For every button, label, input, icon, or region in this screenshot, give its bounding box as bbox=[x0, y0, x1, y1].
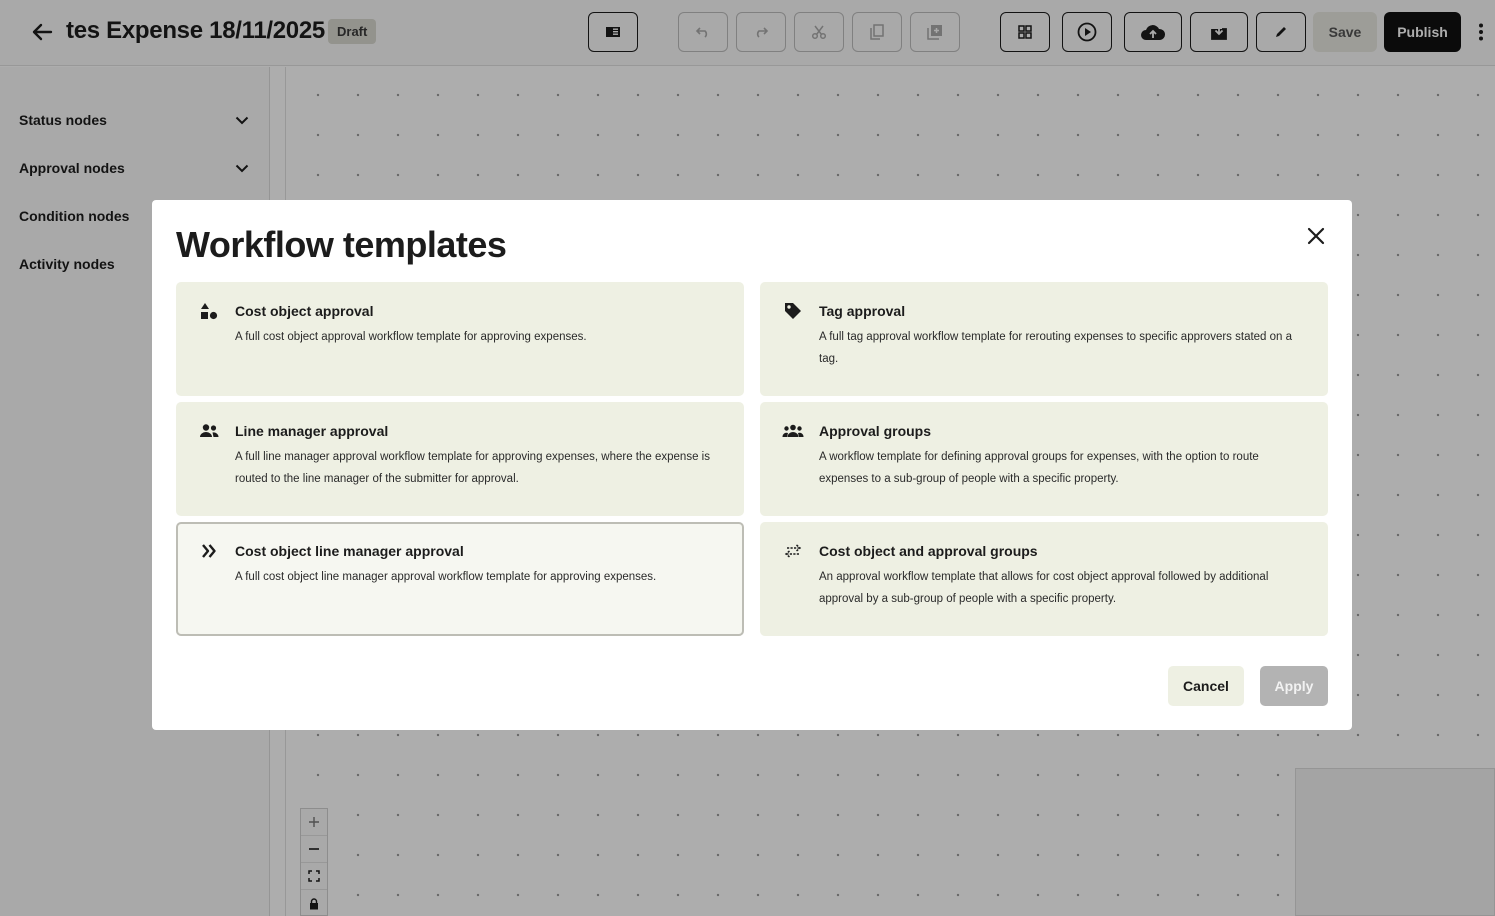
tag-icon bbox=[782, 301, 804, 321]
people-icon bbox=[198, 421, 220, 441]
template-title: Cost object and approval groups bbox=[819, 543, 1038, 559]
template-title: Tag approval bbox=[819, 303, 906, 319]
swap-arrows-icon bbox=[782, 541, 804, 561]
template-title: Cost object line manager approval bbox=[235, 543, 464, 559]
template-card-cost-object-and-approval-groups[interactable]: Cost object and approval groups An appro… bbox=[760, 522, 1328, 636]
apply-button[interactable]: Apply bbox=[1260, 666, 1328, 706]
groups-icon bbox=[782, 421, 804, 441]
template-card-approval-groups[interactable]: Approval groups A workflow template for … bbox=[760, 402, 1328, 516]
close-icon[interactable] bbox=[1302, 222, 1330, 250]
template-description: An approval workflow template that allow… bbox=[819, 571, 1269, 605]
template-title: Line manager approval bbox=[235, 423, 389, 439]
shapes-icon bbox=[198, 301, 220, 321]
template-description: A full cost object line manager approval… bbox=[235, 571, 657, 583]
template-description: A full cost object approval workflow tem… bbox=[235, 331, 587, 343]
workflow-templates-dialog: Workflow templates Cost object approval … bbox=[152, 200, 1352, 730]
cancel-button[interactable]: Cancel bbox=[1168, 666, 1244, 706]
template-card-tag-approval[interactable]: Tag approval A full tag approval workflo… bbox=[760, 282, 1328, 396]
template-description: A workflow template for defining approva… bbox=[819, 451, 1259, 485]
template-description: A full tag approval workflow template fo… bbox=[819, 331, 1293, 365]
dialog-title: Workflow templates bbox=[176, 224, 507, 265]
template-description: A full line manager approval workflow te… bbox=[235, 451, 710, 485]
template-title: Cost object approval bbox=[235, 303, 374, 319]
template-title: Approval groups bbox=[819, 423, 932, 439]
template-card-cost-object-line-manager-approval[interactable]: Cost object line manager approval A full… bbox=[176, 522, 744, 636]
template-card-cost-object-approval[interactable]: Cost object approval A full cost object … bbox=[176, 282, 744, 396]
double-chevron-right-icon bbox=[198, 541, 220, 561]
template-card-line-manager-approval[interactable]: Line manager approval A full line manage… bbox=[176, 402, 744, 516]
